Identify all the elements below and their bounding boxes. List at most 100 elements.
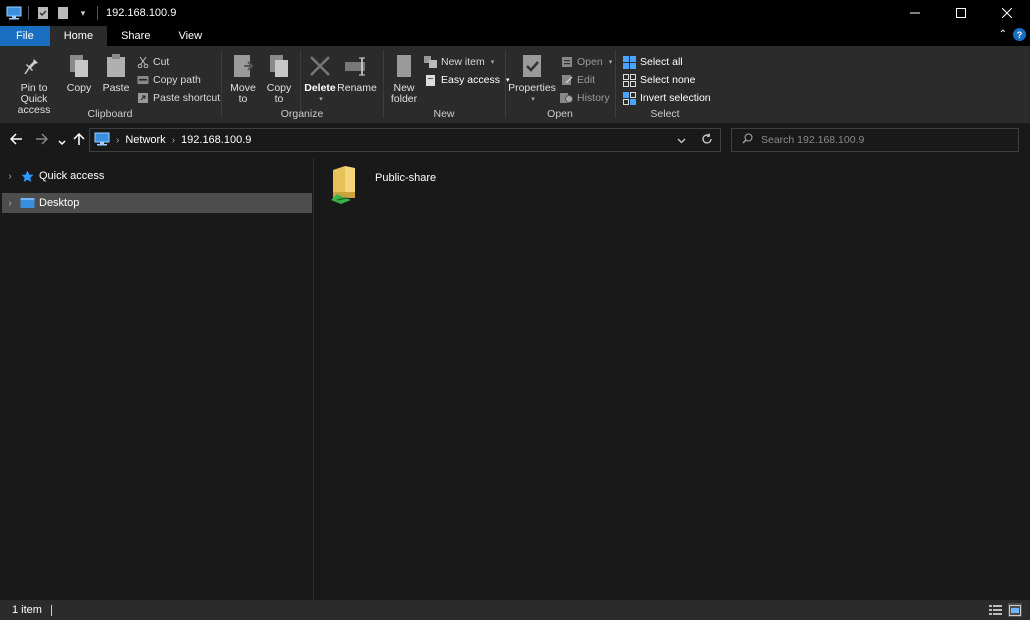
search-input[interactable]: Search 192.168.100.9: [731, 128, 1019, 152]
properties-icon: [518, 52, 546, 80]
copy-to-icon: [265, 52, 293, 80]
invert-selection-label: Invert selection: [640, 92, 711, 104]
copy-icon: [65, 52, 93, 80]
close-button[interactable]: [984, 0, 1030, 26]
history-label: History: [577, 92, 610, 104]
details-view-icon[interactable]: [988, 603, 1002, 617]
breadcrumb-separator-icon[interactable]: ›: [116, 135, 119, 146]
new-folder-icon[interactable]: [55, 5, 71, 21]
paste-shortcut-icon: [136, 92, 149, 105]
open-icon: [560, 56, 573, 69]
tab-file[interactable]: File: [0, 26, 50, 46]
delete-dropdown-icon[interactable]: ▾: [319, 94, 323, 105]
search-icon: [742, 133, 753, 147]
new-folder-label-line2: folder: [390, 93, 418, 105]
list-item-public-share[interactable]: Public-share: [327, 164, 436, 209]
file-list: Public-share: [315, 158, 1030, 600]
large-icons-view-icon[interactable]: [1008, 603, 1022, 617]
breadcrumb-current[interactable]: 192.168.100.9: [181, 134, 251, 146]
easy-access-button[interactable]: Easy access ▾: [424, 72, 509, 88]
open-label: Open: [577, 56, 603, 68]
edit-icon: [560, 74, 573, 87]
properties-icon[interactable]: [35, 5, 51, 21]
copy-to-label-line2: to: [274, 93, 284, 105]
paste-shortcut-label: Paste shortcut: [153, 92, 221, 104]
organize-inner-divider: [300, 50, 301, 116]
paste-label: Paste: [102, 82, 130, 94]
delete-button[interactable]: Delete ▾: [304, 52, 336, 105]
copy-path-label: Copy path: [153, 74, 201, 86]
up-arrow-icon[interactable]: [73, 132, 85, 148]
breadcrumb-separator-icon[interactable]: ›: [172, 135, 175, 146]
properties-dropdown-icon[interactable]: ▾: [531, 94, 535, 105]
desktop-folder-icon: [18, 197, 36, 209]
tab-share[interactable]: Share: [107, 26, 164, 46]
maximize-button[interactable]: [938, 0, 984, 26]
tree-item-desktop[interactable]: › Desktop: [2, 193, 312, 213]
forward-arrow-icon[interactable]: [35, 133, 49, 147]
edit-label: Edit: [577, 74, 596, 86]
refresh-icon[interactable]: [694, 132, 720, 148]
copy-path-button[interactable]: Copy path: [136, 72, 201, 88]
move-label-line2: to: [238, 93, 248, 105]
select-all-label: Select all: [640, 56, 683, 68]
new-item-dropdown-icon: ▾: [490, 59, 495, 66]
minimize-button[interactable]: [892, 0, 938, 26]
rename-icon: [343, 52, 371, 80]
expand-chevron-icon[interactable]: ›: [2, 171, 18, 182]
clipboard-group: Pin to Quick access Copy Paste Cut Copy …: [0, 48, 220, 122]
copy-to-button[interactable]: Copy to: [264, 52, 294, 105]
easy-access-label: Easy access: [441, 74, 500, 86]
copy-button[interactable]: Copy: [64, 52, 94, 94]
back-arrow-icon[interactable]: [9, 133, 23, 147]
paste-shortcut-button[interactable]: Paste shortcut: [136, 90, 220, 106]
edit-button[interactable]: Edit: [560, 72, 595, 88]
open-button[interactable]: Open ▾: [560, 54, 612, 70]
new-folder-button[interactable]: New folder: [388, 52, 420, 105]
select-none-label: Select none: [640, 74, 696, 86]
select-all-button[interactable]: Select all: [623, 54, 683, 70]
pin-to-quick-access-button[interactable]: Pin to Quick access: [6, 52, 62, 116]
cut-button[interactable]: Cut: [136, 54, 169, 70]
breadcrumb-network[interactable]: Network: [125, 134, 165, 146]
tree-item-quick-access[interactable]: › Quick access: [2, 166, 312, 186]
delete-x-icon: [306, 52, 334, 80]
tree-item-label: Quick access: [39, 170, 105, 182]
address-bar[interactable]: › Network › 192.168.100.9: [89, 128, 721, 152]
invert-selection-button[interactable]: Invert selection: [623, 90, 711, 106]
star-icon: [18, 170, 36, 183]
select-none-icon: [623, 73, 636, 87]
collapse-ribbon-icon[interactable]: ⌃: [999, 29, 1007, 40]
move-to-button[interactable]: Move to: [228, 52, 258, 105]
window-title: 192.168.100.9: [106, 7, 177, 19]
history-button[interactable]: History: [560, 90, 610, 106]
pin-label-line1: Pin to Quick: [20, 82, 48, 105]
address-history-chevron-icon[interactable]: [668, 133, 694, 147]
item-count: 1 item: [12, 604, 42, 616]
customize-toolbar-icon[interactable]: ▾: [75, 5, 91, 21]
properties-button[interactable]: Properties ▾: [508, 52, 556, 105]
help-icon[interactable]: ?: [1013, 28, 1026, 41]
rename-button[interactable]: Rename: [337, 52, 377, 94]
title-bar: ▾ 192.168.100.9: [0, 0, 1030, 26]
easy-access-icon: [424, 74, 437, 87]
rename-label: Rename: [337, 82, 377, 94]
tree-item-label: Desktop: [39, 197, 80, 209]
tab-view[interactable]: View: [164, 26, 216, 46]
new-group: New folder New item ▾ Easy access ▾ New: [384, 48, 509, 122]
ribbon-tabs: File Home Share View ⌃ ?: [0, 26, 1030, 46]
recent-locations-chevron-icon[interactable]: [58, 134, 66, 148]
network-computer-icon[interactable]: [6, 5, 22, 21]
pin-icon: [20, 52, 48, 80]
select-none-button[interactable]: Select none: [623, 72, 695, 88]
new-item-button[interactable]: New item ▾: [424, 54, 494, 70]
expand-chevron-icon[interactable]: ›: [2, 198, 18, 209]
toolbar-divider: [28, 6, 29, 20]
properties-label: Properties: [508, 82, 556, 94]
select-all-icon: [623, 55, 636, 69]
navigation-bar: › Network › 192.168.100.9 Search 192.168…: [0, 124, 1030, 158]
tab-home[interactable]: Home: [49, 26, 108, 46]
select-group: Select all Select none Invert selection …: [616, 48, 714, 122]
paste-button[interactable]: Paste: [100, 52, 132, 94]
shared-folder-icon: [327, 164, 363, 209]
